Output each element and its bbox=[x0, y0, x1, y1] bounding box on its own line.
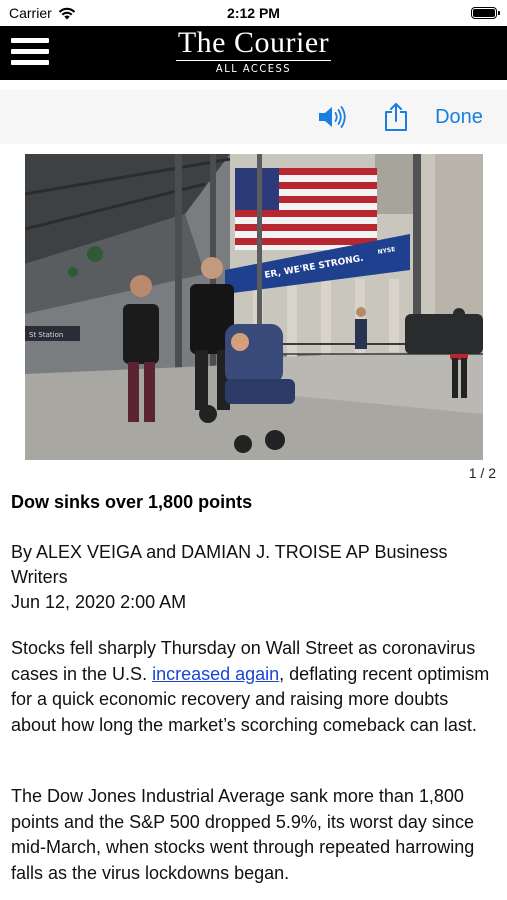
article-photo[interactable]: ER, WE'RE STRONG. NYSE St Station bbox=[25, 154, 483, 460]
done-button[interactable]: Done bbox=[428, 90, 490, 144]
status-time: 2:12 PM bbox=[227, 5, 280, 21]
site-subtitle: ALL ACCESS bbox=[215, 62, 292, 75]
article-headline: Dow sinks over 1,800 points bbox=[11, 492, 253, 512]
share-button[interactable] bbox=[378, 90, 414, 144]
article-paragraph-1: Stocks fell sharply Thursday on Wall Str… bbox=[11, 636, 497, 738]
article-toolbar: Done bbox=[0, 90, 507, 144]
article-date: Jun 12, 2020 2:00 AM bbox=[11, 592, 187, 612]
masthead: The Courier ALL ACCESS bbox=[0, 26, 507, 80]
speaker-icon bbox=[319, 106, 346, 128]
increased-again-link[interactable]: increased again bbox=[152, 664, 279, 684]
photo-illustration: ER, WE'RE STRONG. NYSE St Station bbox=[25, 154, 483, 460]
speaker-button[interactable] bbox=[312, 90, 352, 144]
battery-icon bbox=[471, 7, 500, 19]
share-icon bbox=[385, 103, 407, 131]
status-bar: Carrier 2:12 PM bbox=[0, 0, 507, 26]
article-paragraph-2: The Dow Jones Industrial Average sank mo… bbox=[11, 786, 475, 883]
article-meta: By ALEX VEIGA and DAMIAN J. TROISE AP Bu… bbox=[11, 540, 497, 615]
site-title: The Courier bbox=[175, 26, 332, 61]
article-byline: By ALEX VEIGA and DAMIAN J. TROISE AP Bu… bbox=[11, 542, 448, 587]
site-logo[interactable]: The Courier ALL ACCESS bbox=[0, 26, 507, 76]
gallery-counter: 1 / 2 bbox=[468, 465, 496, 481]
station-sign-text: St Station bbox=[29, 331, 63, 339]
